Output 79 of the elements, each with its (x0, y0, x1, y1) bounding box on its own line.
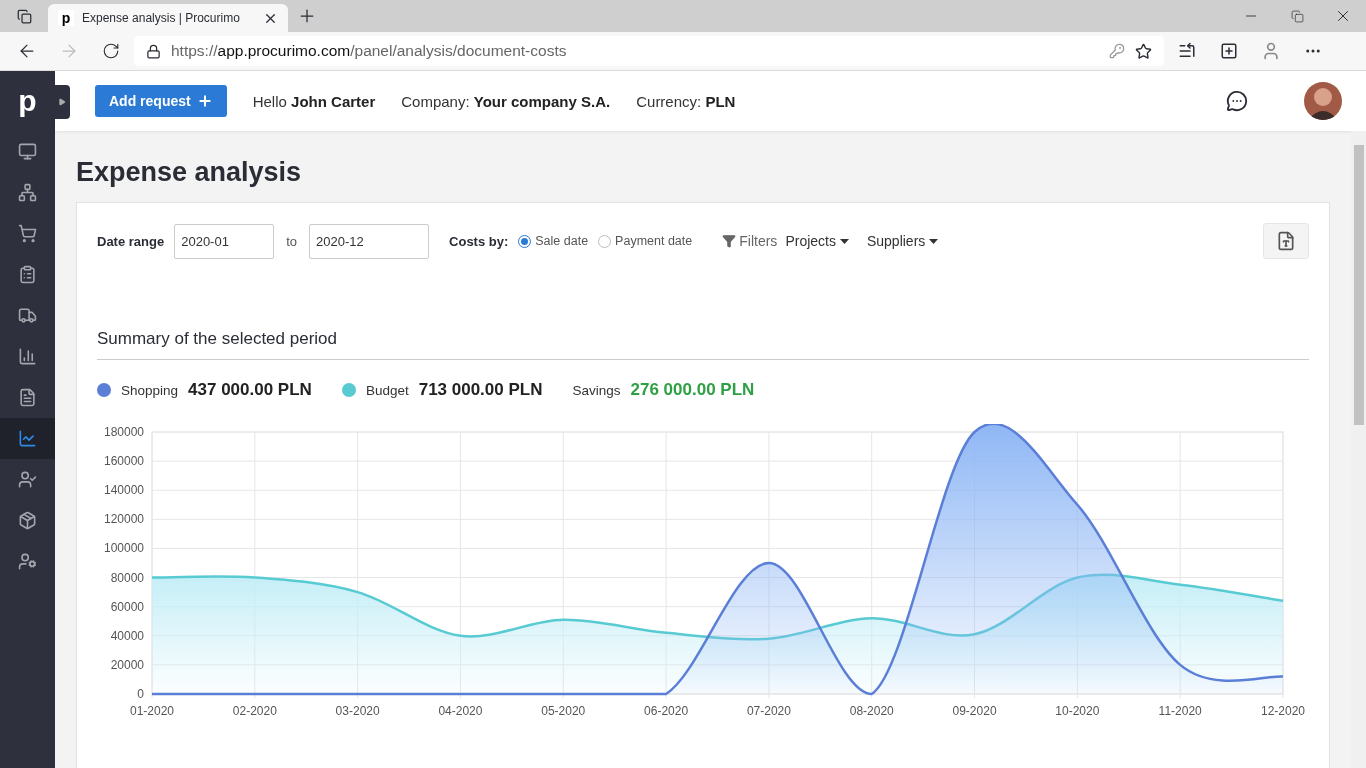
date-from-field[interactable]: 2020-01 (174, 223, 275, 259)
file-icon (18, 388, 37, 407)
axis-label: 20000 (110, 657, 144, 672)
radio-option[interactable]: Payment date (598, 234, 693, 248)
expand-button[interactable] (54, 85, 70, 119)
axis-label: 08-2020 (849, 704, 894, 718)
total-label: Budget (365, 382, 409, 398)
chat-icon[interactable] (1226, 90, 1248, 112)
date-to-field[interactable]: 2020-12 (309, 223, 430, 259)
clipboard-icon (18, 265, 37, 284)
axis-label: 140000 (103, 483, 144, 498)
radio-option[interactable]: Sale date (518, 234, 589, 248)
total-value: 437 000.00 PLN (188, 380, 312, 400)
pallet-icon (18, 511, 37, 530)
sidebar-item[interactable] (0, 418, 55, 459)
add-request-button[interactable]: Add request (95, 85, 227, 117)
tab-title: Expense analysis | Procurimo (82, 11, 241, 25)
axis-label: 05-2020 (541, 704, 586, 718)
triangle-icon (58, 98, 66, 106)
page-title: Expense analysis (76, 157, 303, 188)
axis-label: 10-2020 (1055, 704, 1100, 718)
axis-label: 04-2020 (438, 704, 483, 718)
tab-actions-icon[interactable] (16, 8, 32, 24)
axis-label: 03-2020 (335, 704, 380, 718)
reload-icon[interactable] (102, 42, 120, 60)
axis-label: 100000 (103, 541, 144, 556)
date-range-label: Date range (97, 233, 165, 249)
caret-icon (929, 238, 939, 244)
axis-label: 12-2020 (1261, 704, 1305, 718)
axis-label: 120000 (103, 512, 144, 527)
total-value: 713 000.00 PLN (418, 380, 543, 400)
axis-label: 01-2020 (130, 704, 174, 718)
axis-label: 80000 (110, 570, 144, 585)
axis-label: 07-2020 (746, 704, 791, 718)
restore-icon[interactable] (1290, 9, 1304, 23)
filter-icon (722, 234, 737, 248)
greeting: Hello John Carter (252, 92, 376, 110)
network-icon (18, 183, 37, 202)
axis-label: 06-2020 (644, 704, 689, 718)
axis-label: 180000 (103, 425, 144, 439)
currency-info: Currency: PLN (636, 92, 736, 110)
user-cog-icon (18, 552, 37, 571)
filters-label: Filters (739, 233, 778, 249)
bars-icon (18, 347, 37, 366)
axis-label: 40000 (110, 628, 144, 643)
add-favorite-icon[interactable] (1135, 42, 1152, 60)
total-label: Shopping (121, 382, 179, 398)
favorites-icon[interactable] (1178, 42, 1196, 60)
trend-icon (18, 429, 37, 448)
pdf-export-button[interactable] (1263, 223, 1309, 259)
axis-label: 02-2020 (232, 704, 277, 718)
logo[interactable]: p (18, 84, 37, 118)
summary-title: Summary of the selected period (97, 329, 1309, 360)
truck-icon (18, 306, 37, 325)
collections-icon[interactable] (1220, 42, 1238, 60)
monitor-icon (18, 142, 37, 161)
key-icon[interactable] (1109, 43, 1125, 59)
axis-label: 160000 (103, 454, 144, 469)
profile-icon[interactable] (1261, 41, 1281, 61)
filter-dropdown[interactable]: Projects (785, 233, 849, 249)
user-check-icon (18, 470, 37, 489)
axis-label: 0 (137, 687, 144, 701)
total-label: Savings (572, 382, 621, 398)
favicon: p (58, 10, 74, 26)
company-info: Company: Your company S.A. (401, 92, 611, 110)
caret-icon (839, 238, 849, 244)
lock-icon (146, 43, 161, 59)
address-bar[interactable]: https://app.procurimo.com/panel/analysis/document-costs (134, 36, 1164, 66)
plus-icon (196, 93, 213, 109)
filter-dropdown[interactable]: Suppliers (866, 233, 939, 249)
axis-label: 60000 (110, 599, 144, 614)
axis-label: 11-2020 (1158, 704, 1202, 718)
cart-icon (18, 224, 37, 243)
to-label: to (286, 233, 298, 249)
total-value: 276 000.00 PLN (630, 380, 755, 400)
avatar[interactable] (1304, 82, 1342, 120)
axis-label: 09-2020 (952, 704, 997, 718)
costs-by-label: Costs by: (449, 233, 509, 249)
browser-tab[interactable]: p Expense analysis | Procurimo (48, 4, 288, 32)
